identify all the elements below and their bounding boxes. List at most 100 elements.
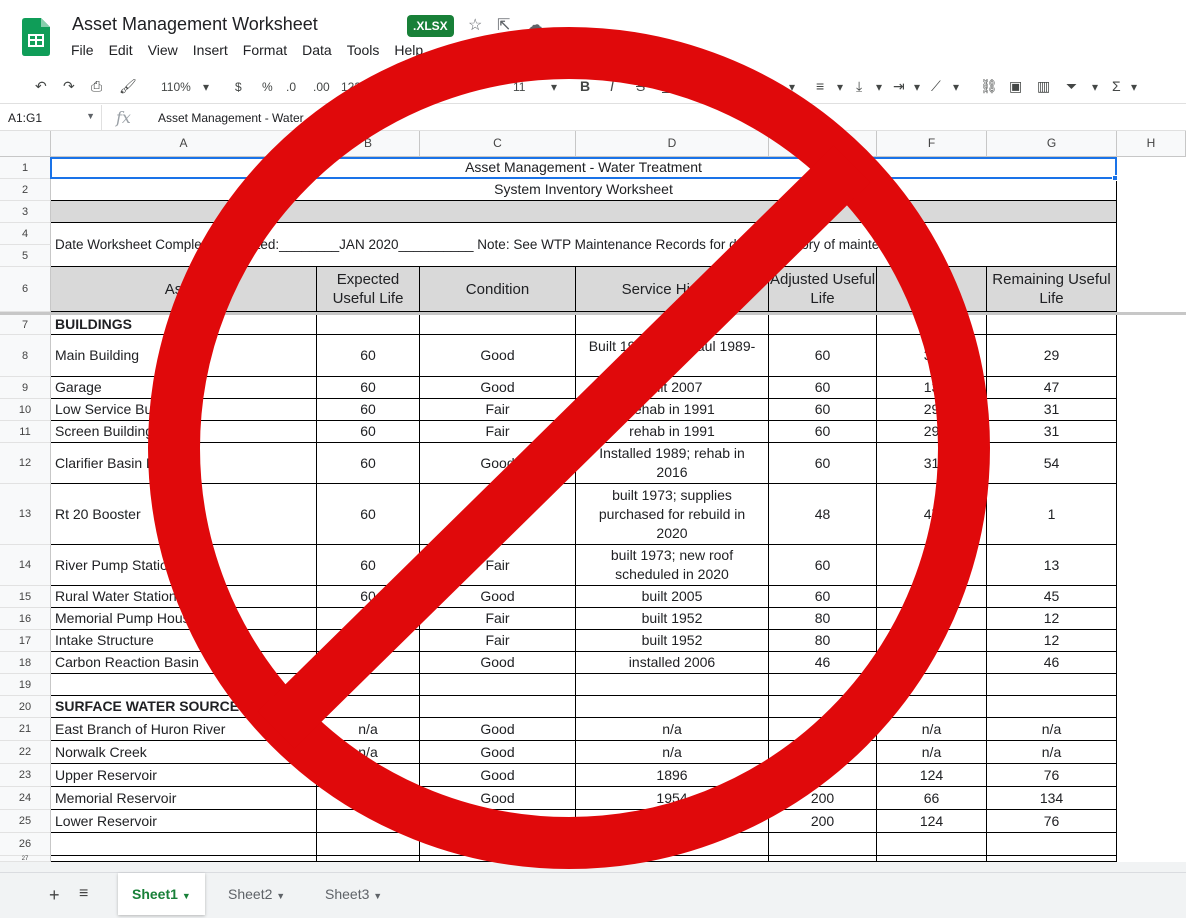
table-cell[interactable]: 31 (877, 335, 987, 377)
row-header[interactable]: 19 (0, 674, 51, 696)
more-formats-button[interactable]: 123 (341, 80, 361, 94)
table-cell[interactable]: Carbon Reaction Basin (51, 652, 317, 674)
table-cell[interactable]: 48 (769, 484, 877, 545)
table-cell[interactable] (576, 315, 769, 335)
table-cell[interactable]: 12 (987, 630, 1117, 652)
row-header[interactable]: 3 (0, 201, 51, 223)
sheet-subtitle-cell[interactable]: System Inventory Worksheet (51, 179, 1117, 201)
table-cell[interactable]: 15 (877, 586, 987, 608)
table-cell[interactable] (420, 696, 576, 718)
filter-caret-icon[interactable]: ▾ (1092, 80, 1098, 94)
table-cell[interactable]: Fair (420, 608, 576, 630)
row-header[interactable]: 5 (0, 245, 51, 267)
table-cell[interactable] (877, 630, 987, 652)
table-cell[interactable]: 47 (877, 545, 987, 586)
table-cell[interactable]: 60 (317, 377, 420, 399)
header-asset[interactable]: Asset (51, 267, 317, 312)
row-header[interactable]: 16 (0, 608, 51, 630)
select-all-corner[interactable] (0, 131, 51, 156)
row-header[interactable]: 14 (0, 545, 51, 586)
table-cell[interactable] (51, 833, 317, 856)
increase-decimal-button[interactable]: .00 (313, 80, 330, 94)
row-header[interactable]: 26 (0, 833, 51, 856)
row-header[interactable]: 23 (0, 764, 51, 787)
strikethrough-icon[interactable]: S (636, 78, 645, 94)
table-cell[interactable] (420, 674, 576, 696)
table-cell[interactable] (576, 674, 769, 696)
move-folder-icon[interactable]: ⇱ (497, 15, 510, 35)
table-cell[interactable]: 29 (877, 421, 987, 443)
menu-file[interactable]: File (71, 42, 94, 58)
table-cell[interactable] (769, 315, 877, 335)
table-cell[interactable]: 1896 (576, 764, 769, 787)
table-cell[interactable]: Good (420, 335, 576, 377)
table-cell[interactable]: 1 (987, 484, 1117, 545)
insert-link-icon[interactable]: ⛓ (980, 78, 998, 95)
menu-help[interactable]: Help (394, 42, 423, 58)
italic-icon[interactable]: I (610, 78, 614, 94)
table-cell[interactable]: built 1973; new roof scheduled in 2020 (576, 545, 769, 586)
document-title[interactable]: Asset Management Worksheet (72, 14, 318, 35)
table-cell[interactable]: 134 (987, 787, 1117, 810)
table-cell[interactable]: 124 (877, 810, 987, 833)
table-cell[interactable]: built 1952 (576, 630, 769, 652)
text-rotation-icon[interactable]: ⟋ (931, 78, 941, 95)
table-cell[interactable]: East Branch of Huron River (51, 718, 317, 741)
table-cell[interactable] (317, 630, 420, 652)
table-cell[interactable]: 60 (317, 335, 420, 377)
table-cell[interactable]: Screen Building (51, 421, 317, 443)
text-color-icon[interactable]: A (662, 78, 671, 94)
rotation-caret-icon[interactable]: ▾ (953, 80, 959, 94)
table-cell[interactable] (317, 787, 420, 810)
spacer-cell[interactable] (51, 201, 1117, 223)
table-cell[interactable]: 200 (769, 787, 877, 810)
table-cell[interactable] (576, 696, 769, 718)
table-cell[interactable]: 60 (769, 443, 877, 484)
table-cell[interactable]: 29 (987, 335, 1117, 377)
table-cell[interactable]: Main Building (51, 335, 317, 377)
header-remaining-life[interactable]: Remaining Useful Life (987, 267, 1117, 312)
column-header-a[interactable]: A (51, 131, 317, 156)
header-condition[interactable]: Condition (420, 267, 576, 312)
table-cell[interactable]: 46 (987, 652, 1117, 674)
table-cell[interactable]: installed 2006 (576, 652, 769, 674)
row-header[interactable]: 21 (0, 718, 51, 741)
column-header-e[interactable]: E (769, 131, 877, 156)
header-service-history[interactable]: Service History (576, 267, 769, 312)
table-cell[interactable]: n/a (576, 718, 769, 741)
cloud-status-icon[interactable]: ☁ (527, 15, 543, 35)
table-cell[interactable]: built 2007 (576, 377, 769, 399)
table-cell[interactable] (317, 608, 420, 630)
row-header[interactable]: 1 (0, 157, 51, 179)
column-header-d[interactable]: D (576, 131, 769, 156)
table-cell[interactable] (317, 315, 420, 335)
redo-icon[interactable]: ↷ (63, 78, 75, 95)
table-cell[interactable]: 76 (987, 764, 1117, 787)
frozen-rows-divider[interactable] (0, 312, 1186, 315)
text-wrap-icon[interactable]: ⇥ (893, 78, 905, 95)
table-cell[interactable]: 60 (317, 399, 420, 421)
tab-sheet1[interactable]: Sheet1 ▼ (118, 873, 205, 915)
table-cell[interactable]: 200 (317, 764, 420, 787)
row-header[interactable]: 7 (0, 315, 51, 335)
horizontal-scrollbar[interactable] (0, 862, 1186, 872)
table-cell[interactable] (769, 696, 877, 718)
table-cell[interactable]: n/a (769, 718, 877, 741)
menu-data[interactable]: Data (302, 42, 332, 58)
table-cell[interactable]: Good (420, 810, 576, 833)
table-cell[interactable]: 60 (769, 335, 877, 377)
table-cell[interactable]: Good (420, 741, 576, 764)
header-adjusted-life[interactable]: Adjusted Useful Life (769, 267, 877, 312)
table-cell[interactable]: 124 (877, 764, 987, 787)
table-cell[interactable]: built 2005 (576, 586, 769, 608)
row-header[interactable]: 22 (0, 741, 51, 764)
table-cell[interactable] (877, 652, 987, 674)
functions-caret-icon[interactable]: ▾ (1131, 80, 1137, 94)
table-cell[interactable]: 60 (317, 586, 420, 608)
table-cell[interactable]: n/a (317, 718, 420, 741)
row-header[interactable]: 9 (0, 377, 51, 399)
column-header-f[interactable]: F (877, 131, 987, 156)
table-cell[interactable]: 29 (877, 399, 987, 421)
row-header[interactable]: 4 (0, 223, 51, 245)
row-header[interactable]: 10 (0, 399, 51, 421)
